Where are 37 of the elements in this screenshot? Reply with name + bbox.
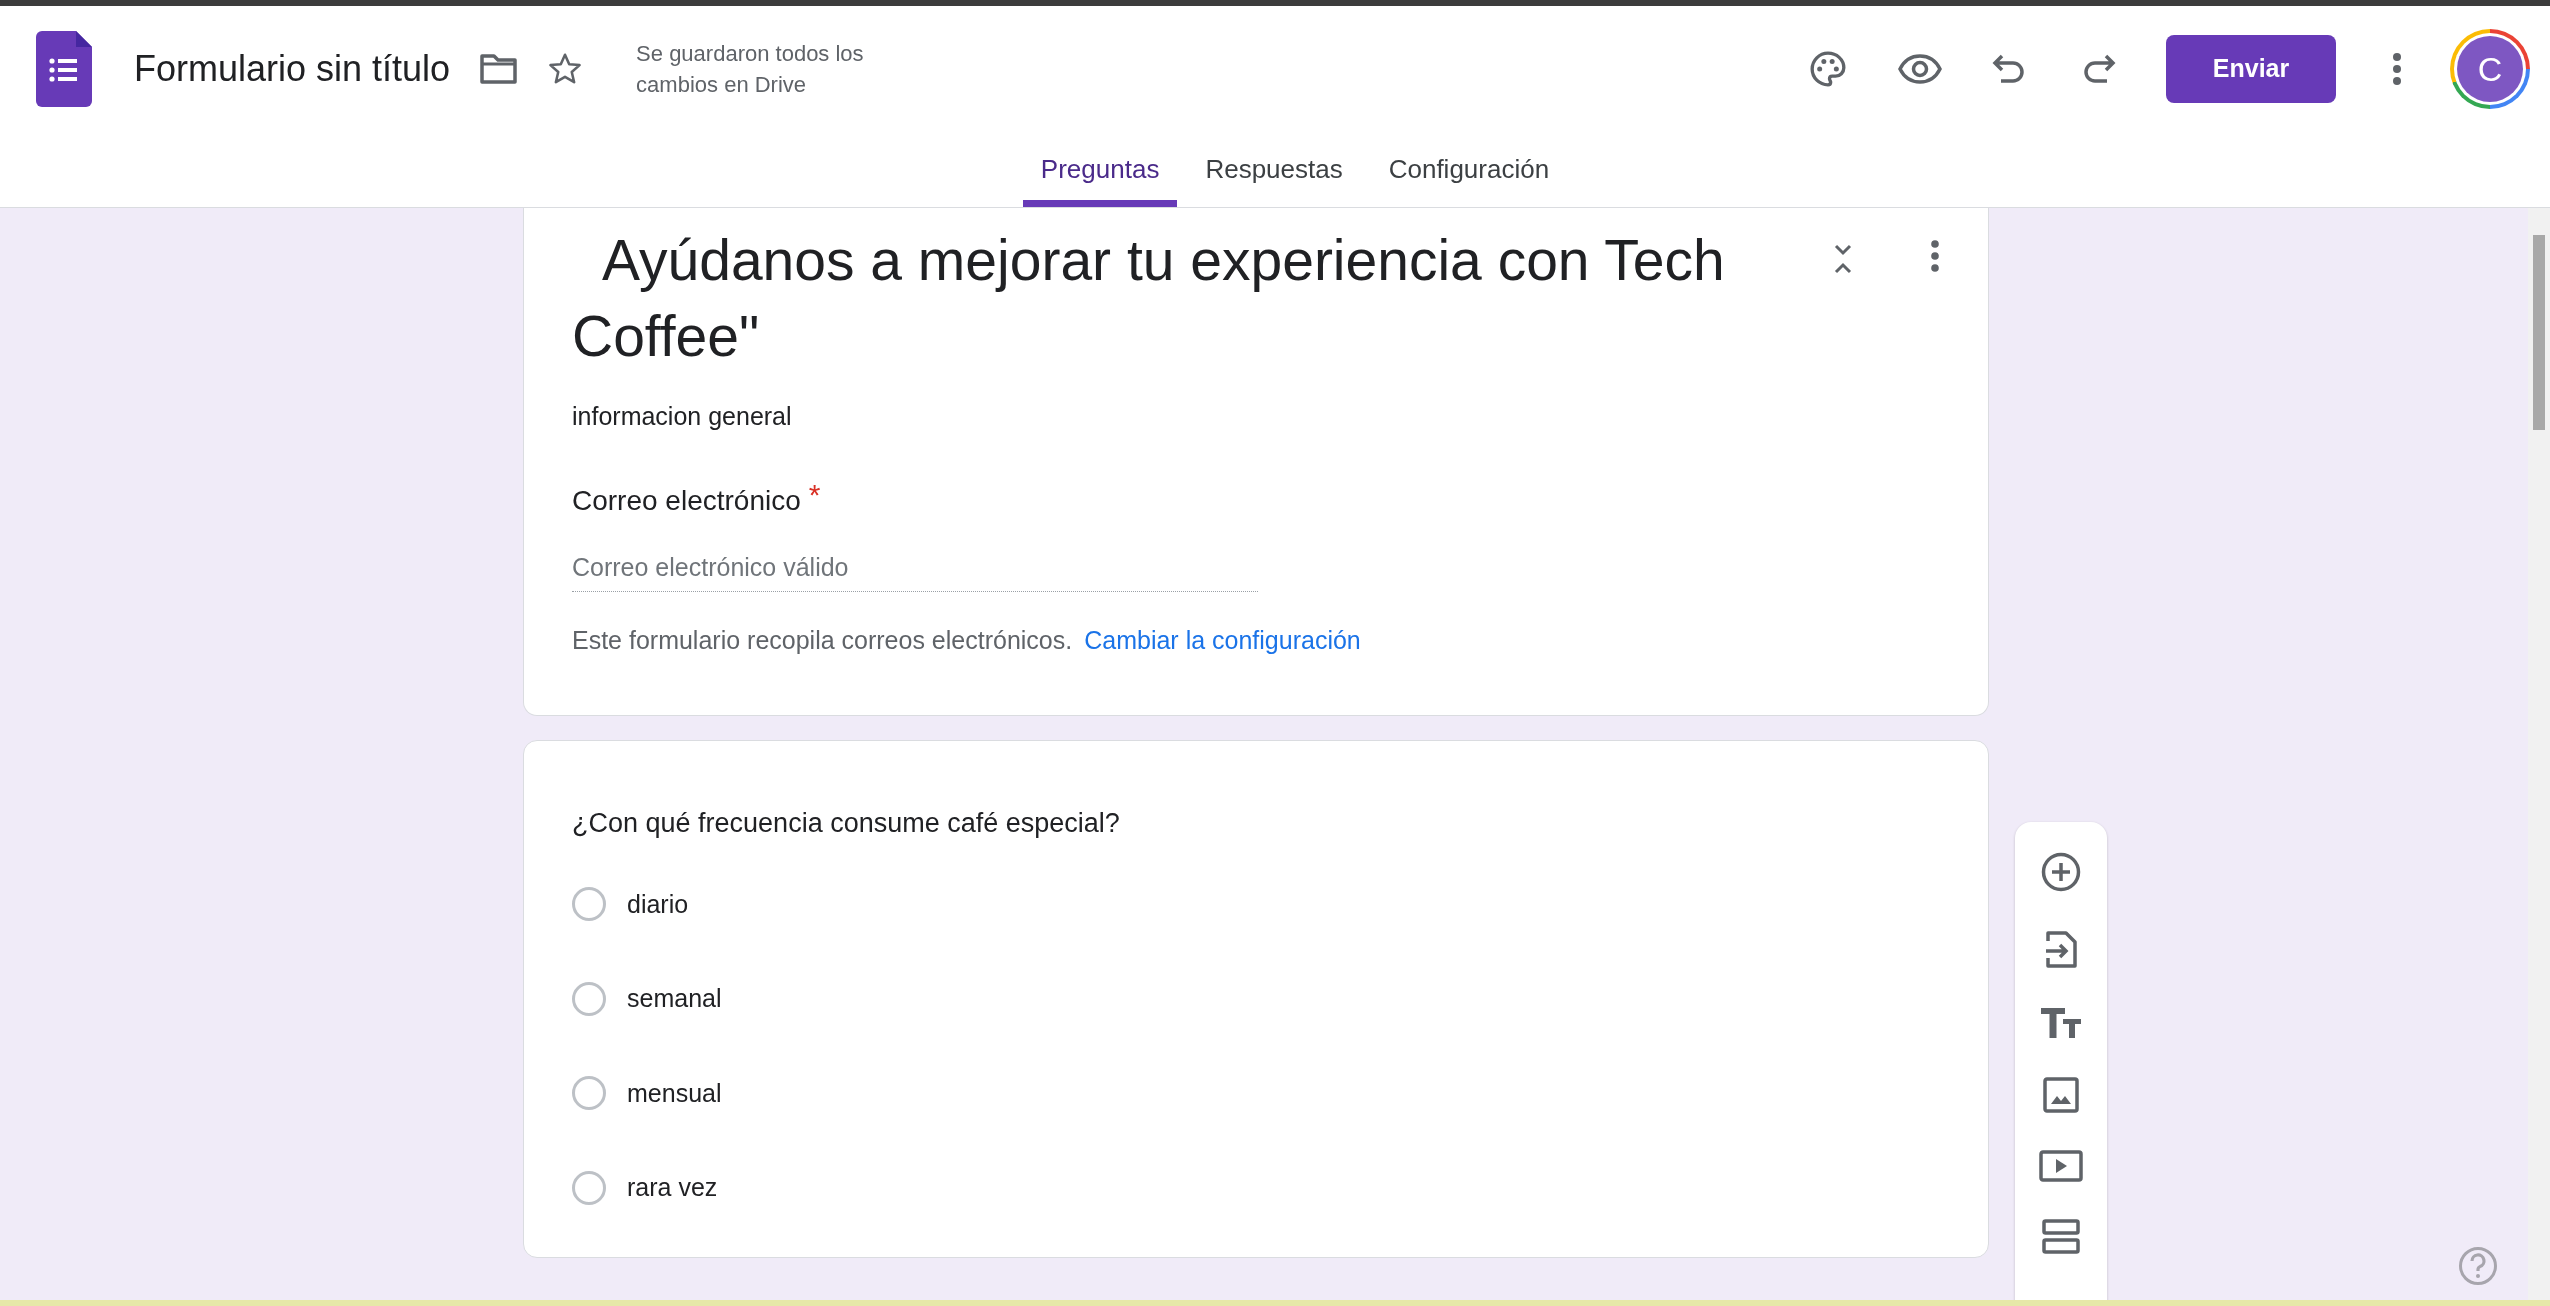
scrollbar[interactable] (2528, 208, 2550, 1300)
eye-icon[interactable] (1898, 53, 1942, 85)
form-heading[interactable]: Ayúdanos a mejorar tu experiencia con Tech Coffee" (572, 222, 1742, 374)
more-options-icon[interactable] (2392, 52, 2402, 86)
tab[interactable]: Respuestas (1187, 132, 1361, 207)
radio-button[interactable] (572, 887, 606, 922)
import-questions-icon[interactable] (2044, 929, 2078, 969)
forms-logo-icon[interactable] (36, 31, 92, 107)
option-label: rara vez (627, 1172, 718, 1203)
tab[interactable]: Configuración (1370, 132, 1568, 207)
option-label: mensual (627, 1077, 722, 1109)
more-options-icon[interactable] (1930, 240, 1940, 272)
question-text[interactable]: ¿Con qué frecuencia consume café especial? (572, 803, 1940, 844)
option-label: diario (627, 888, 689, 920)
form-description[interactable]: informacion general (572, 398, 1940, 436)
account-avatar[interactable]: C (2450, 29, 2530, 109)
section-icon[interactable] (2042, 1219, 2080, 1255)
send-button[interactable]: Enviar (2166, 35, 2336, 103)
radio-button[interactable] (572, 1076, 606, 1111)
form-title[interactable]: Formulario sin título (134, 42, 451, 96)
option-label: semanal (627, 983, 722, 1014)
collapse-icon[interactable] (1834, 244, 1852, 274)
required-asterisk: * (808, 479, 821, 510)
image-icon[interactable] (2043, 1077, 2079, 1113)
folder-icon[interactable] (480, 53, 519, 85)
change-settings-link[interactable]: Cambiar la configuración (1084, 621, 1361, 659)
video-icon[interactable] (2039, 1150, 2083, 1182)
question-label: Correo electrónico (572, 483, 801, 518)
email-collection-note: Este formulario recopila correos electrónicos. (572, 624, 1073, 656)
saved-status: Se guardaron todos los cambios en Drive (636, 40, 865, 99)
undo-icon[interactable] (1992, 54, 2026, 84)
radio-button[interactable] (572, 1170, 606, 1205)
title-text-icon[interactable] (2041, 1006, 2081, 1040)
radio-button[interactable] (572, 981, 606, 1016)
palette-icon[interactable] (1808, 49, 1848, 89)
redo-icon[interactable] (2082, 54, 2116, 84)
add-question-icon[interactable] (2041, 852, 2081, 892)
